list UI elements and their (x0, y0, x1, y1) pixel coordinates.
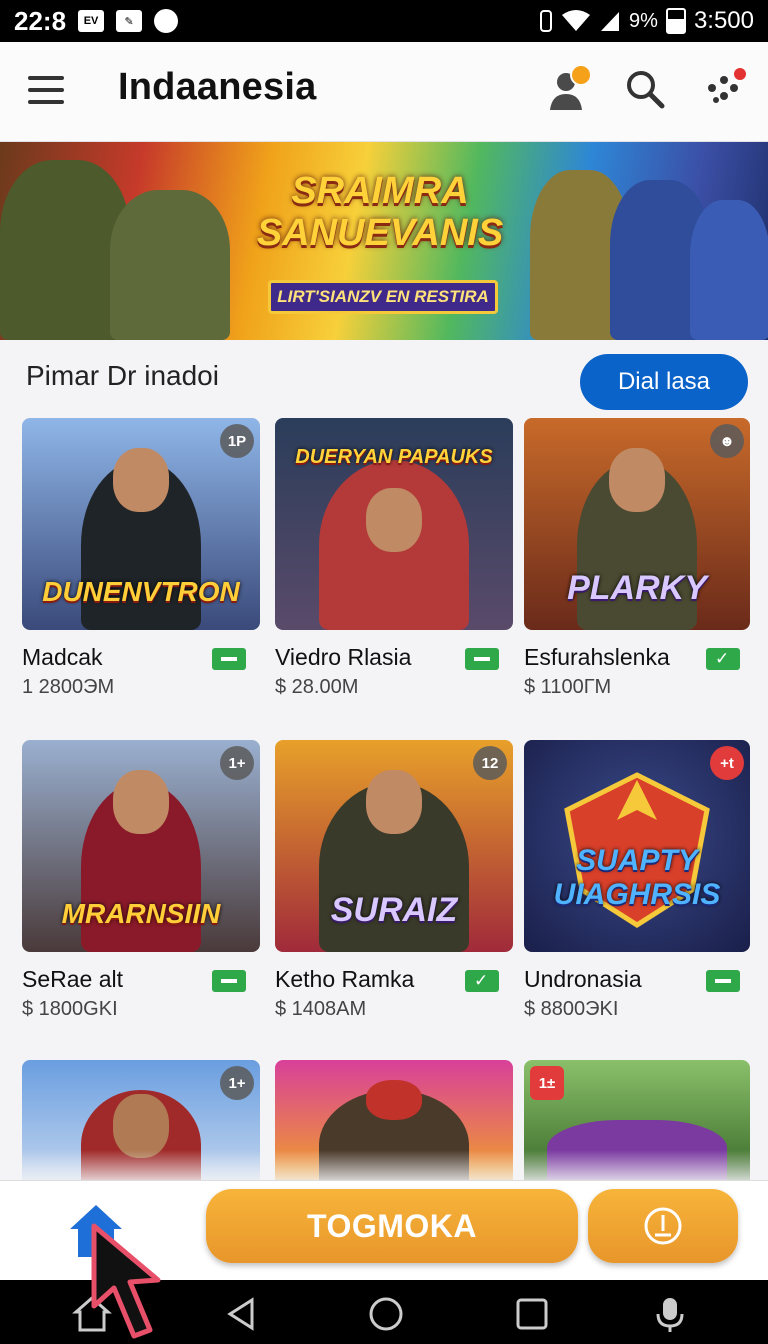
menu-icon[interactable] (28, 76, 64, 106)
game-badge: ☻ (710, 424, 744, 458)
game-thumbnail[interactable]: SURAIZ 12 (275, 740, 513, 952)
primary-action-button[interactable]: TOGMOKA (206, 1189, 578, 1263)
game-status-tag[interactable] (706, 970, 740, 992)
game-logo-text: MRARNSIIN (61, 898, 221, 929)
game-card[interactable]: SUAPTY UIAGHRSIS +t Undronasia $ 8800ЭKI (524, 740, 750, 1020)
game-card[interactable]: DUERYAN PAPAUKS Viedro Rlasia $ 28.00M (275, 418, 513, 698)
download-icon (644, 1207, 682, 1245)
game-thumbnail[interactable]: PLARKY ☻ (524, 418, 750, 630)
section-title: Pimar Dr inadoi (26, 360, 219, 391)
thumbnail-character-head (366, 770, 422, 834)
game-price: $ 8800ЭKI (524, 998, 619, 1020)
mic-icon[interactable] (650, 1294, 690, 1334)
game-thumbnail[interactable]: SUAPTY UIAGHRSIS +t (524, 740, 750, 952)
game-badge: 12 (473, 746, 507, 780)
profile-notification-dot (570, 64, 592, 86)
game-thumbnail[interactable]: DUERYAN PAPAUKS (275, 418, 513, 630)
notification-badge-icon: EV (78, 10, 105, 32)
game-status-tag[interactable] (706, 648, 740, 670)
game-logo-text: SURAIZ (330, 891, 458, 929)
game-name: Viedro Rlasia (275, 644, 412, 670)
recents-icon[interactable] (512, 1294, 552, 1334)
game-status-tag[interactable] (465, 970, 499, 992)
game-badge: 1+ (220, 1066, 254, 1100)
thumbnail-character-head (609, 448, 665, 512)
game-name: Ketho Ramka (275, 966, 415, 992)
apps-button[interactable] (704, 66, 748, 112)
banner-subtitle: LIRT'SIANZV EN RESTIRA (268, 280, 498, 314)
game-card[interactable]: DUNENVTRON 1P Madcak 1 2800ЭM (22, 418, 260, 698)
game-status-tag[interactable] (212, 970, 246, 992)
game-name: SeRae alt (22, 966, 124, 992)
game-thumbnail[interactable]: DUNENVTRON 1P (22, 418, 260, 630)
game-status-tag[interactable] (212, 648, 246, 670)
game-price: 1 2800ЭM (22, 676, 115, 698)
apps-notification-dot (732, 66, 748, 82)
game-badge: 1P (220, 424, 254, 458)
banner-title-line2: SANUEVANIS (256, 212, 504, 254)
game-card[interactable]: PLARKY ☻ Esfurahslenka $ 1100ГM (524, 418, 750, 698)
promo-banner[interactable]: SRAIMRA SANUEVANIS LIRT'SIANZV EN RESTIR… (0, 142, 768, 340)
home-circle-icon[interactable] (366, 1294, 406, 1334)
signal-icon (601, 12, 620, 31)
bottom-action-bar: TOGMOKA (0, 1180, 768, 1280)
game-card[interactable]: SURAIZ 12 Ketho Ramka $ 1408AM (275, 740, 513, 1020)
thumbnail-character-head (113, 1094, 169, 1158)
section-action-button[interactable]: Dial lasa (580, 354, 748, 410)
thumbnail-character-cap (366, 1080, 422, 1120)
game-price: $ 28.00M (275, 676, 359, 698)
home-button[interactable] (68, 1201, 124, 1261)
app-header: Indaanesia (0, 42, 768, 142)
game-badge: 1± (530, 1066, 564, 1100)
thumbnail-character-head (113, 770, 169, 834)
game-price: $ 1408AM (275, 998, 367, 1020)
download-button[interactable] (588, 1189, 738, 1263)
game-badge: +t (710, 746, 744, 780)
banner-figure-blue-2 (690, 200, 768, 340)
home-outline-icon[interactable] (72, 1294, 112, 1334)
app-title: Indaanesia (118, 66, 317, 108)
status-left: 22:8 EV ✎ (14, 5, 179, 37)
sync-notification-icon (154, 9, 179, 33)
game-badge: 1+ (220, 746, 254, 780)
game-thumbnail[interactable]: MRARNSIIN 1+ (22, 740, 260, 952)
game-name: Undronasia (524, 966, 642, 992)
vibrate-icon (540, 10, 553, 32)
banner-soldier-figure-2 (110, 190, 230, 340)
game-logo-text: DUNENVTRON (42, 576, 240, 607)
wifi-icon (562, 10, 591, 31)
game-name: Madcak (22, 644, 103, 670)
banner-title: SRAIMRA SANUEVANIS (230, 170, 530, 254)
search-icon (627, 71, 665, 109)
edit-notification-icon: ✎ (116, 10, 143, 32)
game-name: Esfurahslenka (524, 644, 670, 670)
game-logo-text: DUERYAN PAPAUKS (295, 446, 493, 468)
grid-fade (0, 1150, 768, 1180)
game-card[interactable]: MRARNSIIN 1+ SeRae alt $ 1800GKI (22, 740, 260, 1020)
game-logo-text: PLARKY (567, 569, 707, 607)
game-price: $ 1800GKI (22, 998, 118, 1020)
game-price: $ 1100ГM (524, 676, 612, 698)
home-icon (70, 1205, 122, 1257)
thumbnail-character-head (113, 448, 169, 512)
game-logo-text: SUAPTY UIAGHRSIS (553, 844, 721, 911)
profile-button[interactable] (546, 64, 592, 112)
search-button[interactable] (624, 68, 668, 112)
status-time-left: 22:8 (14, 5, 67, 36)
status-right: 9% 3:500 (539, 7, 754, 35)
screen: 22:8 EV ✎ 9% 3:500 Indaanesia SRAIMRA SA… (0, 0, 768, 1344)
thumbnail-character-head (366, 488, 422, 552)
back-icon[interactable] (222, 1294, 262, 1334)
status-bar: 22:8 EV ✎ 9% 3:500 (0, 0, 768, 42)
game-status-tag[interactable] (465, 648, 499, 670)
system-nav-bar (0, 1280, 768, 1344)
banner-title-line1: SRAIMRA (291, 170, 469, 212)
status-clock: 3:500 (693, 7, 754, 34)
battery-percent: 9% (629, 9, 658, 32)
battery-icon (665, 8, 686, 34)
